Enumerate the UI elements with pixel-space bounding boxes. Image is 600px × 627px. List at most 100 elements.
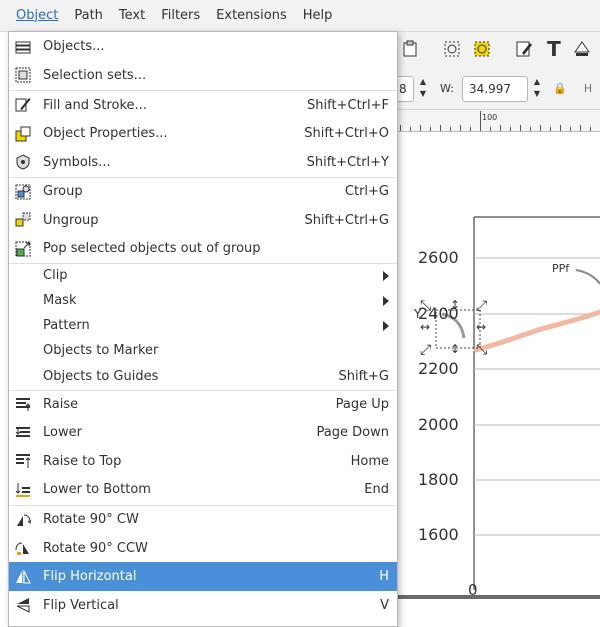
menubar: Object Path Text Filters Extensions Help <box>0 0 600 32</box>
y-tick-1600: 1600 <box>418 525 459 544</box>
menu-item-raise-to-top[interactable]: Raise to Top Home <box>9 447 397 475</box>
object-menu-dropdown: Objects... Selection sets... Fill and St… <box>8 31 398 627</box>
menu-item-label: Flip Horizontal <box>43 569 137 584</box>
y-tick-2600: 2600 <box>418 248 459 267</box>
objects-icon <box>14 38 32 56</box>
menu-item-label: Group <box>43 184 83 199</box>
zoom-selection-icon[interactable] <box>442 40 462 60</box>
handle-right-icon[interactable]: ↔ <box>476 320 486 334</box>
menu-item-label: Object Properties... <box>43 126 168 141</box>
menu-item-flip-horizontal[interactable]: Flip Horizontal H <box>9 562 397 591</box>
fill-stroke-icon <box>14 96 32 114</box>
lower-icon <box>14 424 32 442</box>
submenu-arrow-icon <box>383 295 389 306</box>
text-tool-icon[interactable]: T <box>544 39 564 59</box>
menu-filters[interactable]: Filters <box>153 0 208 32</box>
selection-sets-icon <box>14 66 32 84</box>
zoom-drawing-icon[interactable] <box>472 40 492 60</box>
paste-icon[interactable] <box>400 40 420 60</box>
menu-item-shortcut: Shift+Ctrl+Y <box>306 154 389 170</box>
rotate-ccw-icon <box>14 539 32 557</box>
menu-item-symbols[interactable]: Symbols... Shift+Ctrl+Y <box>9 148 397 176</box>
flip-vertical-icon <box>14 596 32 614</box>
menu-item-shortcut: Shift+Ctrl+F <box>307 97 389 113</box>
menu-item-shortcut: Home <box>350 453 389 469</box>
menu-path[interactable]: Path <box>66 0 111 32</box>
y-tick-2000: 2000 <box>418 415 459 434</box>
selection-handles[interactable]: ⤡ ↕ ⤢ ↔ ↔ ⤢ ↕ ⤡ <box>420 298 490 358</box>
pen-edit-icon[interactable] <box>514 40 534 60</box>
handle-top-left-icon[interactable]: ⤡ <box>420 298 431 314</box>
menu-item-shortcut: H <box>379 569 389 584</box>
menu-item-object-properties[interactable]: Object Properties... Shift+Ctrl+O <box>9 119 397 148</box>
menu-item-lower-to-bottom[interactable]: Lower to Bottom End <box>9 475 397 504</box>
group-icon <box>14 183 32 201</box>
menu-item-lower[interactable]: Lower Page Down <box>9 418 397 447</box>
menu-item-objects-to-marker[interactable]: Objects to Marker <box>9 338 397 363</box>
menu-item-mask[interactable]: Mask <box>9 288 397 313</box>
menu-item-clip[interactable]: Clip <box>9 263 397 288</box>
menu-item-fill-and-stroke[interactable]: Fill and Stroke... Shift+Ctrl+F <box>9 91 397 119</box>
handle-top-icon[interactable]: ↕ <box>450 298 460 312</box>
menu-item-shortcut: Ctrl+G <box>344 184 389 199</box>
w-label: W: <box>440 82 454 95</box>
menu-item-label: Pattern <box>43 318 90 333</box>
menu-item-pattern[interactable]: Pattern <box>9 313 397 338</box>
menu-item-shortcut: Page Down <box>316 425 389 440</box>
menu-item-label: Clip <box>43 268 68 283</box>
drawing-canvas[interactable]: 2600 2400 2200 2000 1800 1600 0 PPf Y ⤡ … <box>398 132 600 627</box>
horizontal-ruler[interactable]: 100 <box>398 110 600 132</box>
commands-toolbar: T <box>398 32 600 68</box>
menu-text[interactable]: Text <box>111 0 153 32</box>
width-spin-arrows[interactable]: ▲ ▼ <box>531 76 543 102</box>
menu-extensions[interactable]: Extensions <box>208 0 295 32</box>
raise-icon <box>14 395 32 413</box>
lock-icon[interactable]: 🔒 <box>550 79 570 99</box>
width-field[interactable]: 34.997 <box>462 76 528 102</box>
menu-item-flip-vertical[interactable]: Flip Vertical V <box>9 591 397 619</box>
symbols-icon <box>14 153 32 171</box>
menu-item-shortcut: V <box>380 597 389 613</box>
menu-item-objects-to-guides[interactable]: Objects to Guides Shift+G <box>9 363 397 390</box>
menu-item-label: Pop selected objects out of group <box>43 241 261 256</box>
menu-item-pop-out-group[interactable]: Pop selected objects out of group <box>9 234 397 263</box>
menu-item-label: Objects to Marker <box>43 343 159 358</box>
menu-item-label: Lower <box>43 425 82 440</box>
menu-item-rotate-cw[interactable]: Rotate 90° CW <box>9 505 397 534</box>
submenu-arrow-icon <box>383 270 389 281</box>
menu-item-shortcut: Shift+Ctrl+O <box>304 126 389 141</box>
menu-help[interactable]: Help <box>295 0 341 32</box>
menu-item-label: Objects... <box>43 39 105 54</box>
canvas-bottom-border <box>398 595 600 599</box>
menu-item-shortcut: Page Up <box>335 396 389 412</box>
y-tick-2200: 2200 <box>418 359 459 378</box>
menu-item-selection-sets[interactable]: Selection sets... <box>9 61 397 89</box>
menu-object[interactable]: Object <box>8 0 66 32</box>
menu-item-ungroup[interactable]: Ungroup Shift+Ctrl+G <box>9 206 397 234</box>
menu-item-label: Lower to Bottom <box>43 482 151 497</box>
handle-bottom-icon[interactable]: ↕ <box>450 342 460 356</box>
menu-item-label: Symbols... <box>43 154 111 170</box>
xml-editor-icon[interactable] <box>572 40 592 60</box>
menu-item-shortcut: Shift+Ctrl+G <box>304 212 389 228</box>
handle-bottom-right-icon[interactable]: ⤡ <box>476 342 487 358</box>
handle-bottom-left-icon[interactable]: ⤢ <box>420 342 431 358</box>
menu-item-label: Ungroup <box>43 212 99 228</box>
menu-item-group[interactable]: Group Ctrl+G <box>9 177 397 206</box>
y-tick-1800: 1800 <box>418 470 459 489</box>
menu-item-shortcut: Shift+G <box>338 369 389 384</box>
menu-item-label: Rotate 90° CCW <box>43 540 148 556</box>
menu-item-label: Selection sets... <box>43 67 147 83</box>
ppf-annotation: PPf <box>552 262 570 275</box>
submenu-arrow-icon <box>383 320 389 331</box>
x-spin-arrows[interactable]: ▲ ▼ <box>417 76 429 102</box>
menu-item-label: Rotate 90° CW <box>43 512 139 527</box>
handle-top-right-icon[interactable]: ⤢ <box>476 298 487 314</box>
pop-out-group-icon <box>14 240 32 258</box>
ungroup-icon <box>14 211 32 229</box>
menu-item-label: Mask <box>43 293 77 308</box>
handle-left-icon[interactable]: ↔ <box>420 320 430 334</box>
menu-item-objects[interactable]: Objects... <box>9 32 397 61</box>
menu-item-rotate-ccw[interactable]: Rotate 90° CCW <box>9 534 397 562</box>
menu-item-raise[interactable]: Raise Page Up <box>9 390 397 418</box>
